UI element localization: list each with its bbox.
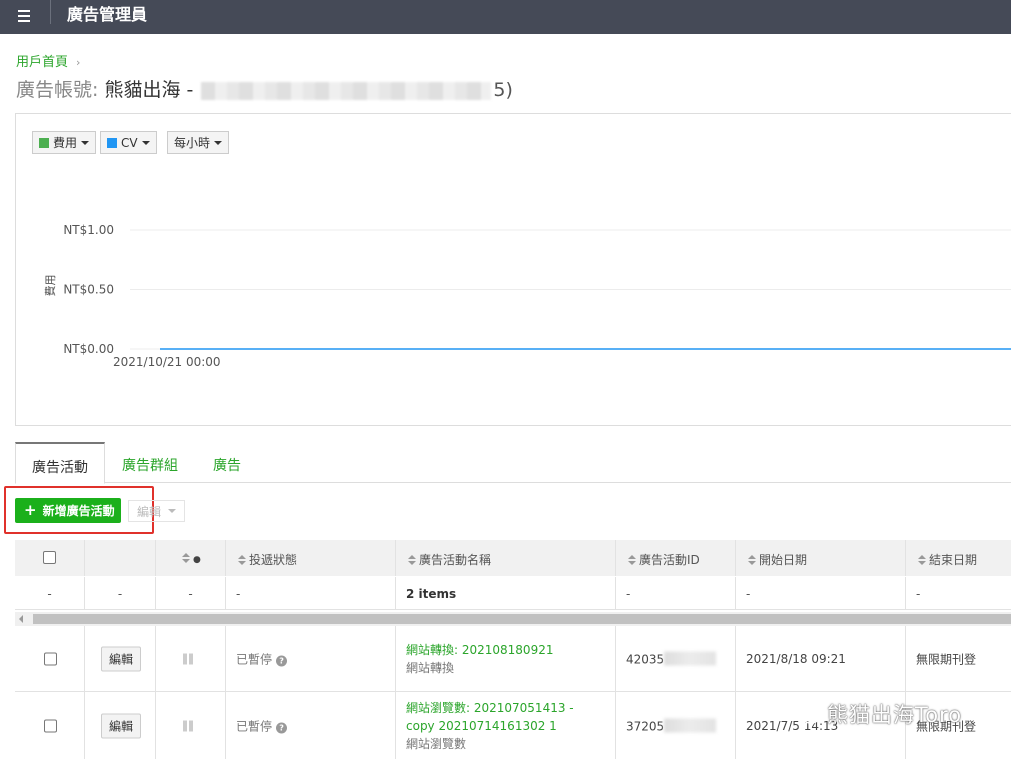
sort-icon: [748, 555, 756, 565]
summary-cell: -: [85, 577, 156, 610]
summary-cell: -: [156, 577, 226, 610]
row-end-cell: 無限期刊登: [906, 626, 1011, 691]
watermark-text: 熊猫出海Toro: [827, 703, 963, 727]
row-edit-button[interactable]: 編輯: [101, 646, 142, 671]
row-edit-button[interactable]: 編輯: [101, 713, 142, 738]
y-tick-label: NT$1.00: [63, 223, 114, 237]
row-status-cell: 已暫停?: [226, 626, 396, 691]
wechat-icon: [794, 704, 820, 724]
x-tick-label: 2021/10/21 00:00: [113, 355, 221, 369]
account-label: 廣告帳號:: [16, 79, 99, 101]
tab-bar: 廣告活動 廣告群組 廣告: [15, 442, 1011, 484]
status-text: 已暫停: [236, 652, 273, 666]
campaign-id: 37205: [626, 719, 665, 733]
sort-icon: [238, 555, 246, 565]
sort-icon: [182, 553, 190, 563]
performance-chart-panel: 費用 CV 每小時 NT$1.00 NT$0.50 NT$0.00 費用 2021/10…: [15, 113, 1011, 426]
header-start-date-label: 開始日期: [759, 553, 808, 567]
y-tick-label: NT$0.00: [63, 342, 114, 356]
edit-dropdown[interactable]: 編輯: [128, 500, 185, 522]
row-checkbox[interactable]: [44, 652, 57, 665]
header-delivery-status-label: 投遞狀態: [249, 553, 298, 567]
pause-icon[interactable]: [183, 653, 194, 664]
breadcrumb-separator: ›: [76, 56, 81, 69]
watermark: 熊猫出海Toro: [793, 699, 962, 729]
breadcrumb-home-link[interactable]: 用戶首頁: [16, 55, 68, 70]
page-title: 廣告帳號: 熊貓出海 - 5): [16, 75, 513, 102]
row-select-cell: [15, 626, 85, 691]
add-campaign-label: 新增廣告活動: [42, 504, 115, 518]
row-edit-cell: 編輯: [85, 692, 156, 759]
horizontal-scrollbar[interactable]: [15, 612, 1011, 626]
campaign-name-link[interactable]: 網站轉換: 202108180921: [406, 641, 606, 659]
summary-item-count: 2 items: [396, 577, 616, 610]
row-start-cell: 2021/8/18 09:21: [736, 626, 906, 691]
plus-icon: +: [24, 501, 37, 519]
header-campaign-name-label: 廣告活動名稱: [419, 553, 492, 567]
table-row: 編輯 已暫停? 網站轉換: 202108180921 網站轉換 42035 20…: [15, 626, 1011, 692]
header-end-date[interactable]: 結束日期: [906, 540, 1011, 576]
redacted-id: [664, 651, 717, 665]
menu-icon[interactable]: [14, 5, 36, 27]
summary-cell: -: [226, 577, 396, 610]
row-name-cell: 網站轉換: 202108180921 網站轉換: [396, 626, 616, 691]
summary-cell: -: [15, 577, 85, 610]
add-campaign-button[interactable]: + 新增廣告活動: [15, 498, 121, 523]
campaign-objective: 網站轉換: [406, 660, 455, 675]
end-date: 無限期刊登: [916, 652, 977, 666]
row-id-cell: 42035: [616, 626, 736, 691]
row-name-cell: 網站瀏覽數: 202107051413 - copy 2021071416130…: [396, 692, 616, 759]
summary-cell: -: [906, 577, 1011, 610]
row-status-cell: 已暫停?: [226, 692, 396, 759]
header-toggle[interactable]: ●: [156, 540, 226, 576]
y-tick-label: NT$0.50: [63, 283, 114, 297]
breadcrumb: 用戶首頁 ›: [16, 51, 80, 70]
topbar-divider: [50, 0, 51, 24]
start-date: 2021/8/18 09:21: [746, 651, 846, 666]
row-select-cell: [15, 692, 85, 759]
header-start-date[interactable]: 開始日期: [736, 540, 906, 576]
chevron-down-icon: [168, 509, 176, 513]
help-icon[interactable]: ?: [276, 722, 288, 733]
campaign-id: 42035: [626, 652, 665, 666]
row-toggle-cell: [156, 626, 226, 691]
header-end-date-label: 結束日期: [929, 553, 978, 567]
tab-ads[interactable]: 廣告: [199, 442, 255, 483]
scrollbar-thumb[interactable]: [33, 614, 1011, 624]
header-edit-col: [85, 540, 156, 576]
header-campaign-name[interactable]: 廣告活動名稱: [396, 540, 616, 576]
row-toggle-cell: [156, 692, 226, 759]
help-icon[interactable]: ?: [276, 655, 288, 666]
y-axis-label: 費用: [43, 275, 57, 297]
sort-icon: [408, 555, 416, 565]
line-chart: NT$1.00 NT$0.50 NT$0.00 費用 2021/10/21 00:00: [43, 223, 1011, 369]
campaign-objective: 網站瀏覽數: [406, 736, 467, 751]
status-text: 已暫停: [236, 719, 273, 733]
campaign-name-link[interactable]: 網站瀏覽數: 202107051413 - copy 2021071416130…: [406, 699, 606, 735]
header-campaign-id-label: 廣告活動ID: [639, 553, 700, 567]
row-edit-cell: 編輯: [85, 626, 156, 691]
top-bar: 廣告管理員: [0, 0, 1011, 34]
scroll-left-icon[interactable]: [19, 615, 23, 623]
sort-icon: [628, 555, 636, 565]
pause-icon[interactable]: [183, 720, 194, 731]
header-delivery-status[interactable]: 投遞狀態: [226, 540, 396, 576]
tab-campaigns[interactable]: 廣告活動: [15, 442, 105, 484]
tab-ad-groups[interactable]: 廣告群組: [111, 442, 189, 483]
summary-cell: -: [736, 577, 906, 610]
sort-icon: [918, 555, 926, 565]
edit-dropdown-label: 編輯: [137, 504, 162, 519]
redacted-account-id: [201, 81, 492, 100]
account-suffix: 5): [493, 79, 513, 101]
header-toggle-label: ●: [193, 555, 201, 565]
header-select-all: [15, 540, 85, 576]
app-title: 廣告管理員: [67, 5, 148, 24]
select-all-checkbox[interactable]: [43, 551, 56, 564]
header-campaign-id[interactable]: 廣告活動ID: [616, 540, 736, 576]
row-checkbox[interactable]: [44, 719, 57, 732]
account-name: 熊貓出海 -: [104, 79, 200, 101]
summary-cell: -: [616, 577, 736, 610]
redacted-id: [664, 718, 717, 732]
row-id-cell: 37205: [616, 692, 736, 759]
